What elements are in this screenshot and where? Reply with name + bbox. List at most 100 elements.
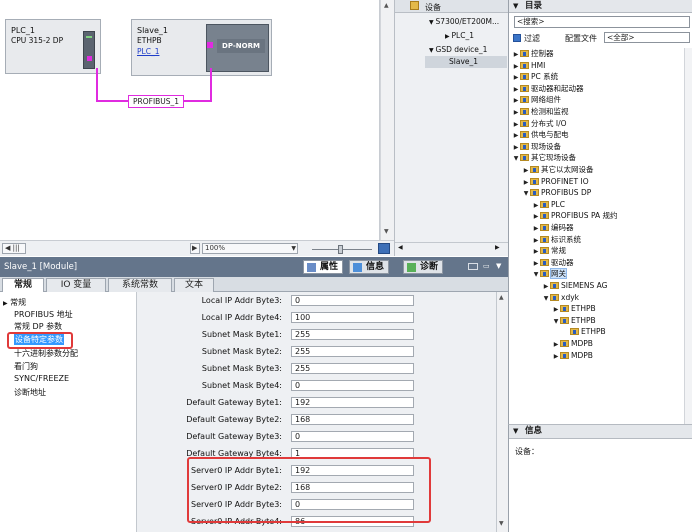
expanded-arrow-icon[interactable]: ▼ (512, 153, 520, 164)
navigation-scrollbar[interactable] (136, 292, 144, 532)
slave-master-link[interactable]: PLC_1 (137, 47, 159, 56)
collapsed-arrow-icon[interactable]: ▶ (552, 351, 560, 362)
device-tree-hscroll[interactable]: ◀ ▶ (395, 242, 509, 254)
collapsed-arrow-icon[interactable]: ▶ (522, 165, 530, 176)
collapsed-arrow-icon[interactable]: ▶ (552, 304, 560, 315)
tree-item-slave[interactable]: Slave_1 (425, 56, 507, 68)
parameter-input[interactable]: 0 (291, 380, 414, 391)
catalog-item[interactable]: ▶ 分布式 I/O (512, 118, 567, 129)
nav-item-diagnostic-address[interactable]: 诊断地址 (14, 387, 46, 398)
nav-item-hex-params[interactable]: 十六进制参数分配 (14, 348, 78, 359)
catalog-item[interactable]: ▶ 检测和监视 (512, 106, 569, 117)
scroll-down-icon[interactable]: ▼ (499, 520, 504, 527)
collapsed-arrow-icon[interactable]: ▶ (532, 200, 540, 211)
chevron-down-icon[interactable]: ▼ (496, 262, 501, 270)
collapsed-arrow-icon[interactable]: ▶ (512, 142, 520, 153)
catalog-item[interactable]: ETHPB (562, 326, 606, 337)
tab-system-constants[interactable]: 系统常数 (108, 278, 172, 292)
zoom-select[interactable]: 100% ▼ (202, 243, 298, 254)
plc-device[interactable]: PLC_1 CPU 315-2 DP (5, 19, 101, 74)
tree-item-station[interactable]: ▼ S7300/ET200M... (429, 17, 499, 26)
nav-item-general-dp[interactable]: 常规 DP 参数 (14, 321, 62, 332)
collapsed-arrow-icon[interactable]: ▶ (532, 235, 540, 246)
scroll-up-icon[interactable]: ▲ (499, 294, 504, 301)
tab-texts[interactable]: 文本 (174, 278, 214, 292)
parameter-input[interactable]: 255 (291, 346, 414, 357)
catalog-item[interactable]: ▶ 编码器 (532, 222, 574, 233)
panel-layout-icon[interactable] (468, 263, 478, 270)
nav-item-profibus-address[interactable]: PROFIBUS 地址 (14, 309, 73, 320)
form-scrollbar[interactable]: ▲ ▼ (496, 292, 508, 532)
catalog-item[interactable]: ▶ SIEMENS AG (542, 280, 608, 291)
collapsed-arrow-icon[interactable]: ▶ (532, 211, 540, 222)
expanded-arrow-icon[interactable]: ▼ (552, 316, 560, 327)
catalog-item[interactable]: ▼ ETHPB (552, 315, 596, 326)
expanded-arrow-icon[interactable]: ▼ (532, 269, 540, 280)
collapsed-arrow-icon[interactable]: ▶ (512, 95, 520, 106)
scroll-down-icon[interactable]: ▼ (384, 228, 389, 235)
tab-io-tags[interactable]: IO 变量 (46, 278, 106, 292)
catalog-item[interactable]: ▶ 驱动器和起动器 (512, 83, 584, 94)
tab-properties[interactable]: 属性 (303, 260, 344, 274)
filter-checkbox[interactable] (513, 34, 521, 42)
catalog-item[interactable]: ▶ HMI (512, 60, 546, 72)
parameter-input[interactable]: 192 (291, 397, 414, 408)
catalog-item[interactable]: ▼ PROFIBUS DP (522, 187, 592, 199)
profile-select[interactable]: <全部> (604, 32, 690, 43)
collapsed-arrow-icon[interactable]: ▶ (532, 246, 540, 257)
nav-item-watchdog[interactable]: 看门狗 (14, 361, 38, 372)
tree-item-plc[interactable]: ▶ PLC_1 (445, 31, 474, 40)
collapsed-arrow-icon[interactable]: ▶ (522, 177, 530, 188)
collapsed-arrow-icon[interactable]: ▶ (512, 72, 520, 83)
collapsed-arrow-icon[interactable]: ▶ (512, 84, 520, 95)
catalog-item[interactable]: ▶ PLC (532, 199, 565, 210)
minimize-icon[interactable]: ▭ (483, 262, 490, 270)
collapsed-arrow-icon[interactable]: ▶ (542, 281, 550, 292)
catalog-item[interactable]: ▶ 现场设备 (512, 141, 561, 152)
tab-diagnostics[interactable]: 诊断 (403, 260, 444, 274)
collapsed-arrow-icon[interactable]: ▶ (512, 49, 520, 60)
catalog-item[interactable]: ▼ 网关 (532, 268, 567, 280)
catalog-item[interactable]: ▶ PC 系统 (512, 71, 558, 82)
nav-item-general[interactable]: ▶ 常规 (3, 297, 26, 308)
expanded-arrow-icon[interactable]: ▼ (542, 293, 550, 304)
catalog-item[interactable]: ▶ 常规 (532, 245, 566, 256)
parameter-input[interactable]: 255 (291, 363, 414, 374)
expanded-arrow-icon[interactable]: ▼ (522, 188, 530, 199)
catalog-item[interactable]: ▶ PROFIBUS PA 规约 (532, 210, 618, 221)
slave-device[interactable]: Slave_1 ETHPB PLC_1 DP-NORM (131, 19, 272, 76)
collapse-icon[interactable]: ▼ (513, 425, 518, 438)
tab-general[interactable]: 常规 (2, 278, 44, 293)
scroll-up-icon[interactable]: ▲ (384, 2, 389, 9)
hscroll-left-button[interactable]: ◀ ||| (2, 243, 26, 254)
catalog-item[interactable]: ▶ ETHPB (552, 303, 596, 314)
collapsed-arrow-icon[interactable]: ▶ (512, 107, 520, 118)
parameter-input[interactable]: 100 (291, 312, 414, 323)
catalog-item[interactable]: ▶ PROFINET IO (522, 176, 589, 187)
collapsed-arrow-icon[interactable]: ▶ (512, 119, 520, 130)
zoom-slider-thumb[interactable] (338, 245, 343, 254)
collapsed-arrow-icon[interactable]: ▶ (512, 61, 520, 72)
catalog-item[interactable]: ▶ 标识系统 (532, 234, 581, 245)
collapse-icon[interactable]: ▼ (513, 0, 518, 12)
overview-icon[interactable] (378, 243, 390, 254)
collapsed-arrow-icon[interactable]: ▶ (532, 258, 540, 269)
catalog-item[interactable]: ▶ 驱动器 (532, 257, 574, 268)
zoom-slider[interactable] (312, 245, 372, 254)
parameter-input[interactable]: 0 (291, 295, 414, 306)
hscroll-right-button[interactable]: ▶ (190, 243, 200, 254)
catalog-item[interactable]: ▶ MDPB (552, 338, 593, 349)
nav-item-sync-freeze[interactable]: SYNC/FREEZE (14, 374, 69, 383)
network-view[interactable]: PLC_1 CPU 315-2 DP Slave_1 ETHPB PLC_1 D… (0, 0, 380, 240)
parameter-input[interactable]: 0 (291, 431, 414, 442)
collapsed-arrow-icon[interactable]: ▶ (512, 130, 520, 141)
collapsed-arrow-icon[interactable]: ▶ (532, 223, 540, 234)
parameter-input[interactable]: 168 (291, 414, 414, 425)
profibus-label[interactable]: PROFIBUS_1 (128, 95, 185, 108)
tab-info[interactable]: 信息 (349, 260, 390, 274)
catalog-item[interactable]: ▶ 控制器 (512, 48, 554, 59)
catalog-item[interactable]: ▼ xdyk (542, 292, 579, 303)
network-vertical-scrollbar[interactable]: ▲ ▼ (380, 0, 394, 240)
catalog-item[interactable]: ▶ 供电与配电 (512, 129, 569, 140)
catalog-item[interactable]: ▶ 其它以太网设备 (522, 164, 594, 175)
